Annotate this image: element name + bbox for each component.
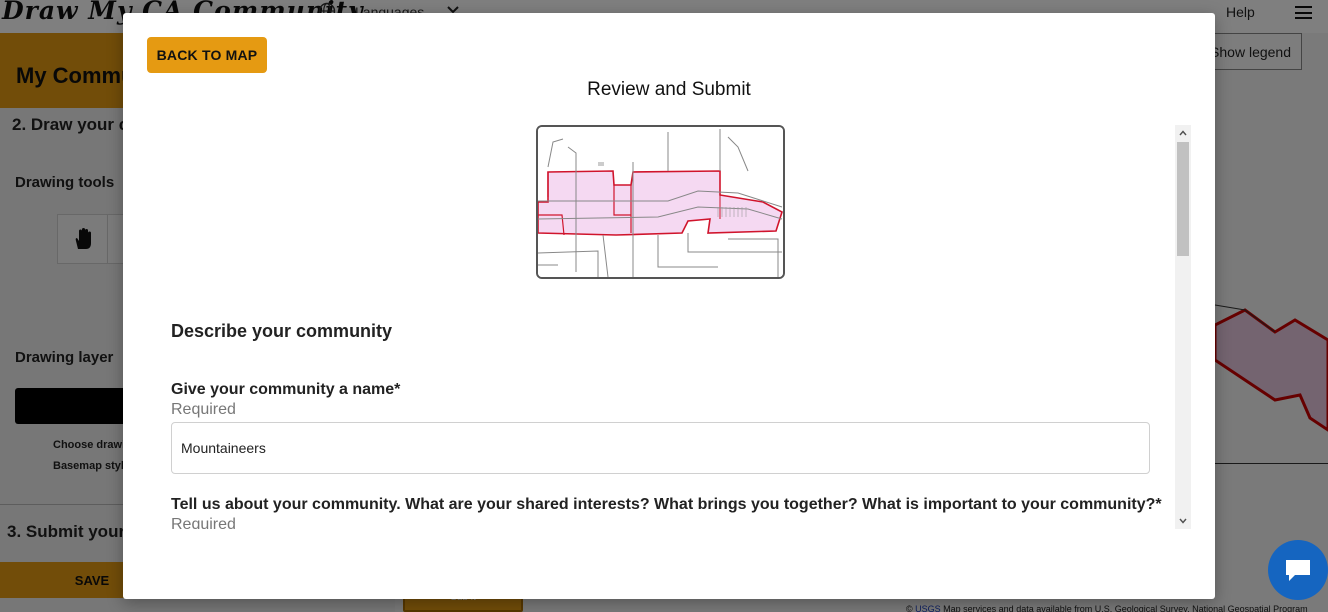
name-required-hint: Required <box>171 401 236 418</box>
back-to-map-button[interactable]: BACK TO MAP <box>147 37 267 73</box>
chat-button[interactable] <box>1268 540 1328 600</box>
scroll-up-arrow-icon[interactable] <box>1175 125 1191 141</box>
community-name-label: Give your community a name* <box>171 381 401 398</box>
community-name-input[interactable] <box>171 422 1150 474</box>
describe-community-heading: Describe your community <box>171 321 393 341</box>
community-map-thumbnail <box>536 125 785 279</box>
review-submit-modal: BACK TO MAP Review and Submit Describe y… <box>123 13 1215 599</box>
chat-icon <box>1286 560 1310 581</box>
scrollbar-thumb[interactable] <box>1177 142 1189 256</box>
description-required-hint: Required <box>171 516 236 529</box>
scroll-down-arrow-icon[interactable] <box>1175 513 1191 529</box>
modal-scroll-content[interactable]: Describe your community Give your commun… <box>123 125 1191 529</box>
modal-scrollbar[interactable] <box>1175 125 1191 529</box>
modal-title: Review and Submit <box>587 79 751 100</box>
community-description-label: Tell us about your community. What are y… <box>171 496 1162 513</box>
